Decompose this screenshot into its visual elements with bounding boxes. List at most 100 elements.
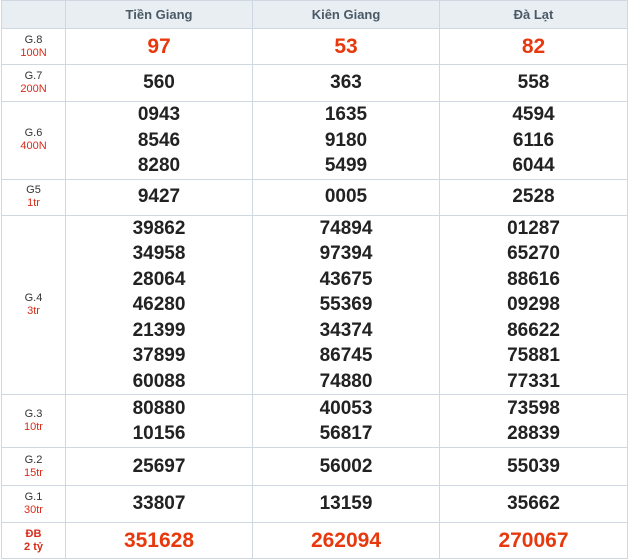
prize-cell-db-3: 270067 — [439, 522, 628, 559]
prize-cell-g4-1: 39862 34958 28064 46280 21399 37899 60088 — [65, 214, 253, 395]
prize-cell-g4-3: 01287 65270 88616 09298 86622 75881 77331 — [439, 214, 628, 395]
prize-amount: 400N — [20, 140, 47, 153]
winning-number[interactable]: 46280 — [66, 292, 252, 318]
winning-number[interactable]: 10156 — [66, 421, 252, 447]
winning-number[interactable]: 33807 — [66, 491, 252, 517]
winning-number[interactable]: 25697 — [66, 454, 252, 480]
winning-number[interactable]: 65270 — [440, 241, 627, 267]
prize-cell-g1-1: 33807 — [65, 485, 253, 523]
winning-number[interactable]: 21399 — [66, 318, 252, 344]
winning-number[interactable]: 8546 — [66, 128, 252, 154]
winning-number[interactable]: 351628 — [66, 528, 252, 554]
prize-amount: 2 tỷ — [24, 540, 43, 553]
winning-number[interactable]: 9427 — [66, 184, 252, 210]
province-header-3[interactable]: Đà Lạt — [439, 0, 628, 29]
winning-number[interactable]: 97394 — [253, 241, 439, 267]
winning-number[interactable]: 56002 — [253, 454, 439, 480]
winning-number[interactable]: 80880 — [66, 396, 252, 422]
winning-number[interactable]: 9180 — [253, 128, 439, 154]
prize-amount: 3tr — [27, 304, 40, 317]
prize-row-g7: G.7 200N 560 363 558 — [1, 64, 628, 102]
prize-cell-g8-3: 82 — [439, 28, 628, 65]
winning-number[interactable]: 43675 — [253, 267, 439, 293]
winning-number[interactable]: 8280 — [66, 153, 252, 179]
winning-number[interactable]: 1635 — [253, 102, 439, 128]
winning-number[interactable]: 28839 — [440, 421, 627, 447]
prize-cell-db-2: 262094 — [252, 522, 440, 559]
prize-cell-g1-3: 35662 — [439, 485, 628, 523]
winning-number[interactable]: 34958 — [66, 241, 252, 267]
winning-number[interactable]: 60088 — [66, 369, 252, 395]
winning-number[interactable]: 97 — [66, 34, 252, 60]
prize-cell-g1-2: 13159 — [252, 485, 440, 523]
winning-number[interactable]: 86745 — [253, 343, 439, 369]
winning-number[interactable]: 0943 — [66, 102, 252, 128]
province-header-1[interactable]: Tiền Giang — [65, 0, 253, 29]
winning-number[interactable]: 01287 — [440, 216, 627, 242]
winning-number[interactable]: 40053 — [253, 396, 439, 422]
winning-number[interactable]: 55369 — [253, 292, 439, 318]
prize-label-db: ĐB 2 tỷ — [1, 522, 66, 559]
prize-label-g8: G.8 100N — [1, 28, 66, 65]
winning-number[interactable]: 73598 — [440, 396, 627, 422]
prize-name: G.3 — [24, 408, 43, 420]
winning-number[interactable]: 77331 — [440, 369, 627, 395]
winning-number[interactable]: 88616 — [440, 267, 627, 293]
winning-number[interactable]: 5499 — [253, 153, 439, 179]
prize-row-db: ĐB 2 tỷ 351628 262094 270067 — [1, 522, 628, 559]
prize-cell-db-1: 351628 — [65, 522, 253, 559]
prize-cell-g6-1: 0943 8546 8280 — [65, 101, 253, 180]
winning-number[interactable]: 35662 — [440, 491, 627, 517]
prize-row-g5: G5 1tr 9427 0005 2528 — [1, 178, 628, 216]
winning-number[interactable]: 34374 — [253, 318, 439, 344]
prize-cell-g6-3: 4594 6116 6044 — [439, 101, 628, 180]
prize-amount: 10tr — [24, 421, 43, 433]
prize-cell-g5-3: 2528 — [439, 178, 628, 216]
prize-cell-g4-2: 74894 97394 43675 55369 34374 86745 74880 — [252, 214, 440, 395]
winning-number[interactable]: 13159 — [253, 491, 439, 517]
winning-number[interactable]: 560 — [66, 70, 252, 96]
winning-number[interactable]: 2528 — [440, 184, 627, 210]
winning-number[interactable]: 86622 — [440, 318, 627, 344]
prize-name: G.6 — [24, 127, 43, 140]
winning-number[interactable]: 82 — [440, 34, 627, 60]
winning-number[interactable]: 74880 — [253, 369, 439, 395]
prize-row-g1: G.1 30tr 33807 13159 35662 — [1, 485, 628, 523]
prize-cell-g5-2: 0005 — [252, 178, 440, 216]
prize-cell-g7-1: 560 — [65, 64, 253, 102]
prize-amount: 200N — [20, 83, 47, 95]
winning-number[interactable]: 28064 — [66, 267, 252, 293]
prize-label-g1: G.1 30tr — [1, 485, 66, 523]
prize-cell-g8-1: 97 — [65, 28, 253, 65]
winning-number[interactable]: 75881 — [440, 343, 627, 369]
prize-name: G5 — [26, 184, 41, 196]
prize-cell-g3-1: 80880 10156 — [65, 394, 253, 448]
prize-name: ĐB — [25, 527, 42, 540]
prize-name: G.8 — [24, 33, 43, 46]
prize-name: G.1 — [24, 491, 43, 503]
prize-cell-g3-2: 40053 56817 — [252, 394, 440, 448]
prize-cell-g6-2: 1635 9180 5499 — [252, 101, 440, 180]
prize-label-g5: G5 1tr — [1, 178, 66, 216]
winning-number[interactable]: 09298 — [440, 292, 627, 318]
prize-amount: 1tr — [27, 197, 40, 209]
winning-number[interactable]: 4594 — [440, 102, 627, 128]
winning-number[interactable]: 363 — [253, 70, 439, 96]
prize-cell-g2-1: 25697 — [65, 447, 253, 486]
winning-number[interactable]: 37899 — [66, 343, 252, 369]
winning-number[interactable]: 6116 — [440, 128, 627, 154]
province-header-2[interactable]: Kiên Giang — [252, 0, 440, 29]
winning-number[interactable]: 262094 — [253, 528, 439, 554]
winning-number[interactable]: 53 — [253, 34, 439, 60]
winning-number[interactable]: 55039 — [440, 454, 627, 480]
winning-number[interactable]: 558 — [440, 70, 627, 96]
winning-number[interactable]: 39862 — [66, 216, 252, 242]
winning-number[interactable]: 74894 — [253, 216, 439, 242]
prize-row-g6: G.6 400N 0943 8546 8280 1635 9180 5499 4594 6116 6… — [1, 101, 628, 180]
lottery-results-table: Tiền Giang Kiên Giang Đà Lạt G.8 100N 97 53… — [1, 0, 628, 559]
winning-number[interactable]: 56817 — [253, 421, 439, 447]
winning-number[interactable]: 6044 — [440, 153, 627, 179]
winning-number[interactable]: 270067 — [440, 528, 627, 554]
winning-number[interactable]: 0005 — [253, 184, 439, 210]
prize-cell-g2-2: 56002 — [252, 447, 440, 486]
